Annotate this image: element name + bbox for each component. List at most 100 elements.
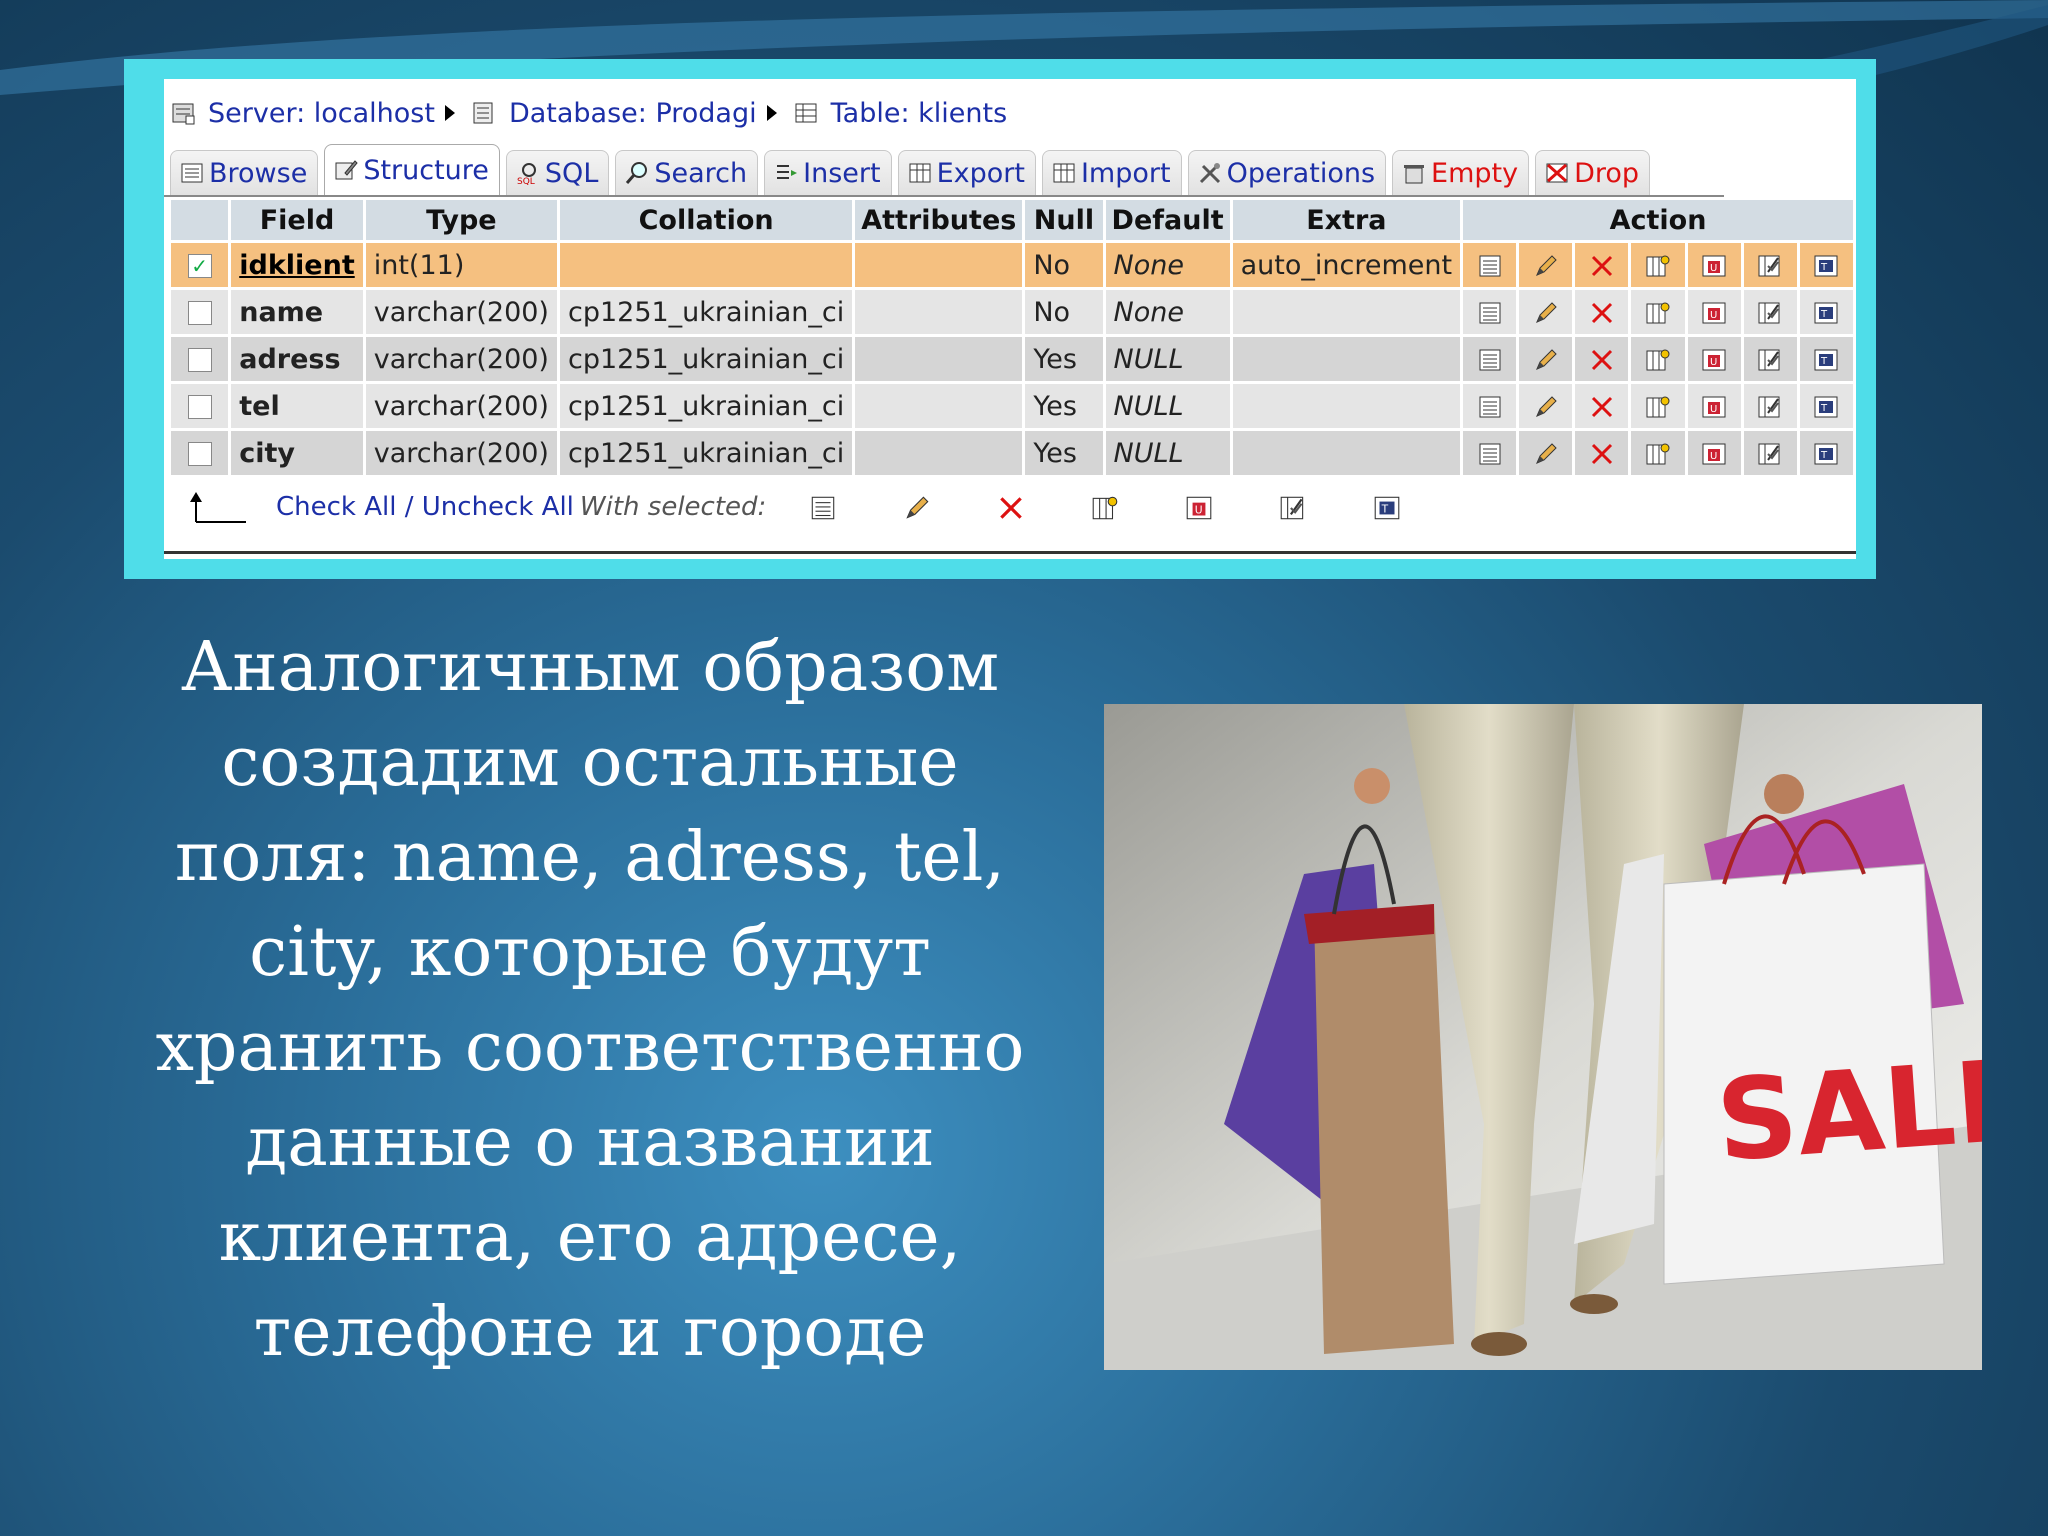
browse-icon [181,163,203,183]
action-change[interactable] [1519,290,1573,334]
column-header-attributes[interactable]: Attributes [855,200,1023,240]
action-unique[interactable]: U [1687,243,1741,287]
action-browse-distinct[interactable] [1463,384,1517,428]
action-fulltext[interactable]: T [1799,290,1853,334]
field-default: NULL [1105,384,1230,428]
browse-distinct-icon [1479,349,1501,371]
structure-table-body: ✓ idklient int(11) No None auto_incremen… [171,243,1853,475]
action-browse-distinct[interactable] [1463,290,1517,334]
action-drop[interactable] [1575,431,1629,475]
action-primary[interactable] [1631,337,1685,381]
action-index[interactable] [1743,431,1797,475]
tab-drop[interactable]: Drop [1535,150,1651,195]
action-browse-distinct[interactable] [1463,431,1517,475]
column-header-type[interactable]: Type [365,200,557,240]
column-header-null[interactable]: Null [1025,200,1103,240]
column-header-collation[interactable]: Collation [559,200,853,240]
shopping-bags-photo: SALE [1104,704,1982,1370]
action-unique[interactable]: U [1687,384,1741,428]
slide-body-text: Аналогичным образом создадим остальные п… [130,620,1050,1380]
slide-line: Аналогичным образом [180,628,1000,707]
action-fulltext[interactable]: T [1799,384,1853,428]
breadcrumb-table[interactable]: Table: klients [831,98,1008,129]
index-icon [1758,255,1780,277]
unique-icon: U [1702,396,1726,418]
action-fulltext[interactable]: T [1799,243,1853,287]
action-change[interactable] [1519,243,1573,287]
action-index[interactable] [1743,243,1797,287]
index-icon[interactable] [1278,493,1308,523]
breadcrumb-server[interactable]: Server: localhost [208,98,435,129]
row-checkbox[interactable] [187,301,212,325]
field-name[interactable]: adress [231,337,363,381]
breadcrumb-database[interactable]: Database: Prodagi [509,98,757,129]
action-drop[interactable] [1575,384,1629,428]
row-checkbox[interactable] [187,442,212,466]
action-change[interactable] [1519,431,1573,475]
action-drop[interactable] [1575,243,1629,287]
tab-structure[interactable]: Structure [324,144,500,195]
action-index[interactable] [1743,290,1797,334]
field-collation: cp1251_ukrainian_ci [559,290,853,334]
action-unique[interactable]: U [1687,337,1741,381]
action-primary[interactable] [1631,243,1685,287]
tab-operations[interactable]: Operations [1187,150,1387,195]
fulltext-icon: T [1814,396,1838,418]
browse-distinct-icon[interactable] [808,493,838,523]
tab-search-label: Search [654,157,748,189]
action-fulltext[interactable]: T [1799,337,1853,381]
row-checkbox[interactable] [187,348,212,372]
table-icon [795,103,817,123]
column-header-field[interactable]: Field [231,200,363,240]
column-header-default[interactable]: Default [1105,200,1230,240]
tab-search[interactable]: Search [615,150,759,195]
primary-key-icon [1646,349,1670,371]
svg-text:T: T [1820,403,1828,414]
tab-import[interactable]: Import [1041,150,1182,195]
action-browse-distinct[interactable] [1463,243,1517,287]
action-primary[interactable] [1631,290,1685,334]
tab-export[interactable]: Export [897,150,1036,195]
action-index[interactable] [1743,337,1797,381]
primary-key-icon [1646,396,1670,418]
empty-icon [1404,165,1425,184]
server-icon [172,103,195,125]
field-name[interactable]: city [231,431,363,475]
action-unique[interactable]: U [1687,290,1741,334]
action-change[interactable] [1519,337,1573,381]
primary-key-icon[interactable] [1090,493,1120,523]
action-primary[interactable] [1631,384,1685,428]
action-drop[interactable] [1575,290,1629,334]
row-checkbox-cell: ✓ [171,243,229,287]
tab-operations-label: Operations [1226,157,1376,189]
action-index[interactable] [1743,384,1797,428]
column-header-extra[interactable]: Extra [1232,200,1461,240]
action-change[interactable] [1519,384,1573,428]
column-header-checkbox [171,200,229,240]
table-row: name varchar(200) cp1251_ukrainian_ci No… [171,290,1853,334]
field-name[interactable]: idklient [231,243,363,287]
tab-empty[interactable]: Empty [1392,150,1530,195]
tab-insert[interactable]: Insert [764,150,892,195]
action-fulltext[interactable]: T [1799,431,1853,475]
field-extra [1232,290,1461,334]
field-name[interactable]: tel [231,384,363,428]
slide-line: создадим остальные [221,723,959,802]
action-browse-distinct[interactable] [1463,337,1517,381]
tab-browse[interactable]: Browse [170,150,319,195]
action-primary[interactable] [1631,431,1685,475]
field-attributes [855,243,1023,287]
tab-sql[interactable]: SQL SQL [505,150,610,195]
field-name[interactable]: name [231,290,363,334]
row-checkbox[interactable] [187,395,212,419]
action-unique[interactable]: U [1687,431,1741,475]
delete-x-icon[interactable] [996,493,1026,523]
edit-pencil-icon[interactable] [902,493,932,523]
field-null: Yes [1025,431,1103,475]
svg-text:T: T [1381,502,1389,515]
row-checkbox[interactable]: ✓ [187,254,212,278]
action-drop[interactable] [1575,337,1629,381]
check-all-link[interactable]: Check All / Uncheck All [276,492,574,522]
fulltext-icon[interactable]: T [1372,493,1402,523]
unique-icon[interactable]: U [1184,493,1214,523]
